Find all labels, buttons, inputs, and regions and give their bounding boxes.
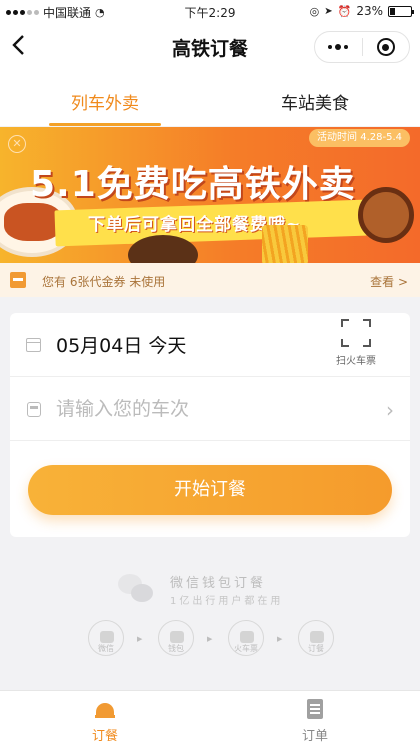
wechat-wallet-info: 微信钱包订餐 1亿出行用户都在用 微信 ▶ 钱包 ▶ 火车票 ▶ 订餐: [0, 570, 420, 680]
fork-knife-icon: ✕: [8, 135, 26, 153]
train-number-input[interactable]: [56, 392, 376, 426]
battery-percent: 23%: [356, 4, 383, 18]
wallet-step-icon: [158, 620, 194, 656]
status-bar: 中国联通 ◔ 下午2:29 ◎ ➤ ⏰ 23%: [0, 0, 420, 22]
more-icon: [328, 44, 349, 50]
step-ticket: 火车票: [226, 620, 266, 656]
list-icon: [307, 699, 323, 719]
promo-headline: 5.1免费吃高铁外卖: [30, 164, 356, 205]
coupon-icon: [10, 272, 26, 288]
top-tabs: 列车外卖 车站美食: [0, 72, 420, 126]
nav-bar: 高铁订餐: [0, 22, 420, 72]
calendar-icon: [26, 338, 41, 352]
bottom-tab-bar: 订餐 订单: [0, 690, 420, 747]
target-icon: [376, 38, 395, 56]
promo-period: 活动时间 4.28-5.4: [309, 129, 410, 147]
scan-ticket-button[interactable]: 扫火车票: [328, 319, 384, 367]
wechat-info-title: 微信钱包订餐: [170, 576, 267, 591]
miniprogram-capsule: [314, 31, 410, 63]
burger-image: [358, 187, 414, 243]
alarm-icon: ⏰: [337, 4, 352, 18]
train-ticket-step-icon: [228, 620, 264, 656]
date-row[interactable]: 05月04日 今天 扫火车票: [10, 313, 410, 377]
tabbar-item-order-food[interactable]: 订餐: [0, 691, 210, 747]
promo-banner[interactable]: ✕ 活动时间 4.28-5.4 5.1免费吃高铁外卖 下单后可拿回全部餐费哦~: [0, 127, 420, 263]
order-form-card: 05月04日 今天 扫火车票 › 开始订餐: [10, 313, 410, 537]
meal-step-icon: [298, 620, 334, 656]
chevron-right-icon: ›: [386, 398, 394, 422]
tab-station-food[interactable]: 车站美食: [210, 72, 420, 126]
wechat-steps: 微信 ▶ 钱包 ▶ 火车票 ▶ 订餐: [86, 620, 346, 670]
step-wechat: 微信: [86, 620, 126, 656]
close-miniprogram-button[interactable]: [363, 32, 410, 62]
more-button[interactable]: [315, 32, 362, 62]
fries-image: [262, 225, 308, 263]
location-icon: ➤: [324, 5, 333, 17]
bell-icon: [95, 701, 115, 718]
arrow-icon: ▶: [277, 635, 283, 643]
tabbar-label: 订单: [301, 729, 328, 744]
coupon-view-link[interactable]: 查看 >: [370, 273, 408, 290]
step-order: 订餐: [296, 620, 336, 656]
train-icon: [27, 402, 41, 417]
tabbar-item-orders[interactable]: 订单: [210, 691, 420, 747]
arrow-icon: ▶: [137, 635, 143, 643]
scan-icon: [341, 319, 371, 347]
arrow-icon: ▶: [207, 635, 213, 643]
scan-ticket-label: 扫火车票: [336, 356, 376, 367]
tabbar-label: 订餐: [91, 729, 118, 744]
step-wallet: 钱包: [156, 620, 196, 656]
date-value: 05月04日 今天: [56, 335, 187, 357]
battery-icon: [388, 5, 414, 17]
wechat-icon: [118, 574, 154, 604]
wechat-step-icon: [88, 620, 124, 656]
tab-train-delivery[interactable]: 列车外卖: [0, 72, 210, 126]
coupon-row[interactable]: 您有 6张代金券 未使用 查看 >: [0, 263, 420, 297]
wechat-info-subtitle: 1亿出行用户都在用: [170, 596, 284, 607]
start-order-button[interactable]: 开始订餐: [28, 465, 392, 515]
train-row[interactable]: ›: [10, 377, 410, 441]
coupon-text: 您有 6张代金券 未使用: [42, 275, 166, 289]
rotation-lock-icon: ◎: [309, 4, 320, 18]
